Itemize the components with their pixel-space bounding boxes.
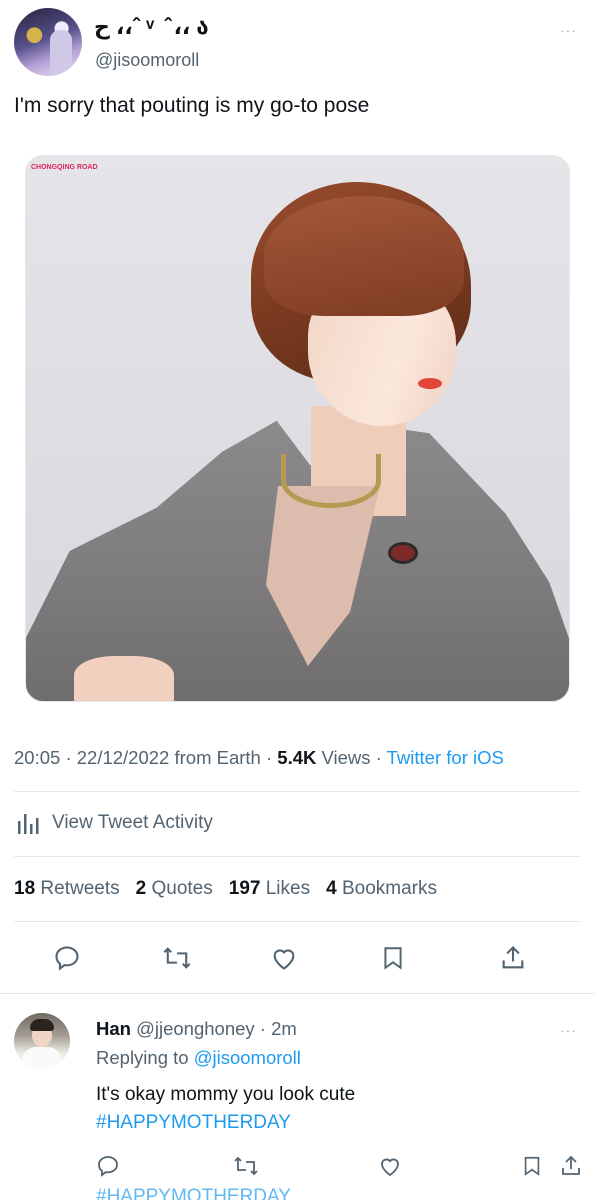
- analytics-icon: [18, 814, 39, 834]
- cut-off-hashtag: #HAPPYMOTHERDAY: [96, 1186, 291, 1200]
- reply-author-avatar[interactable]: [14, 1013, 70, 1069]
- replying-to-handle[interactable]: @jisoomoroll: [194, 1047, 301, 1068]
- heart-icon: [273, 949, 295, 970]
- reply-header: Han @jjeonghoney · 2m: [96, 1018, 297, 1039]
- bookmark-button[interactable]: [377, 942, 409, 974]
- bookmarks-stat[interactable]: 4 Bookmarks: [326, 878, 437, 900]
- tweet-date: 22/12/2022: [76, 747, 170, 768]
- reply-icon: [55, 946, 79, 971]
- tweet-source[interactable]: Twitter for iOS: [387, 747, 504, 768]
- reply-hashtag[interactable]: #HAPPYMOTHERDAY: [96, 1112, 291, 1134]
- reply-bookmark-button[interactable]: [516, 1150, 548, 1182]
- reply-author-name[interactable]: Han: [96, 1018, 131, 1039]
- tweet-meta: 20:05 · 22/12/2022 from Earth · 5.4K Vie…: [14, 747, 504, 768]
- author-avatar[interactable]: [14, 8, 82, 76]
- reply-button[interactable]: [51, 942, 83, 974]
- like-button[interactable]: [268, 942, 300, 974]
- tweet-text: I'm sorry that pouting is my go-to pose: [14, 94, 370, 117]
- divider: [14, 921, 581, 922]
- reply-reply-button[interactable]: [92, 1150, 124, 1182]
- likes-stat[interactable]: 197 Likes: [229, 878, 310, 900]
- bookmark-icon: [384, 947, 402, 970]
- retweet-button[interactable]: [161, 942, 193, 974]
- quotes-stat[interactable]: 2 Quotes: [136, 878, 213, 900]
- retweet-icon: [234, 1156, 258, 1176]
- views-label: Views: [321, 747, 371, 768]
- author-handle[interactable]: @jisoomoroll: [95, 50, 199, 71]
- photo-watermark: CHONGQING ROAD: [31, 164, 98, 171]
- share-icon: [502, 946, 524, 969]
- divider: [14, 791, 581, 792]
- reply-retweet-button[interactable]: [230, 1150, 262, 1182]
- divider: [14, 856, 581, 857]
- tweet-photo[interactable]: CHONGQING ROAD: [25, 155, 570, 702]
- view-activity-button[interactable]: View Tweet Activity: [16, 811, 213, 835]
- reply-icon: [98, 1156, 118, 1177]
- reply-text: It's okay mommy you look cute: [96, 1084, 356, 1105]
- more-options-icon[interactable]: ···: [560, 22, 577, 38]
- retweet-icon: [163, 947, 191, 969]
- views-count: 5.4K: [277, 747, 317, 768]
- divider: [0, 993, 595, 994]
- heart-icon: [381, 1158, 399, 1177]
- tweet-stats: 18 Retweets 2 Quotes 197 Likes 4 Bookmar…: [14, 878, 437, 900]
- reply-more-options-icon[interactable]: ···: [560, 1022, 577, 1038]
- reply-timestamp[interactable]: 2m: [271, 1018, 297, 1039]
- share-button[interactable]: [497, 942, 529, 974]
- bookmark-icon: [524, 1156, 540, 1176]
- reply-share-button[interactable]: [555, 1150, 587, 1182]
- share-icon: [562, 1155, 580, 1175]
- replying-to: Replying to @jisoomoroll: [96, 1047, 301, 1068]
- tweet-time: 20:05: [14, 747, 61, 768]
- view-activity-label: View Tweet Activity: [52, 812, 213, 833]
- retweets-stat[interactable]: 18 Retweets: [14, 878, 120, 900]
- tweet-location: from Earth: [174, 747, 261, 768]
- reply-like-button[interactable]: [374, 1150, 406, 1182]
- author-display-name[interactable]: ح ،،ˆ ᵛ ˆ،، ა: [94, 14, 211, 40]
- reply-author-handle[interactable]: @jjeonghoney: [136, 1018, 255, 1039]
